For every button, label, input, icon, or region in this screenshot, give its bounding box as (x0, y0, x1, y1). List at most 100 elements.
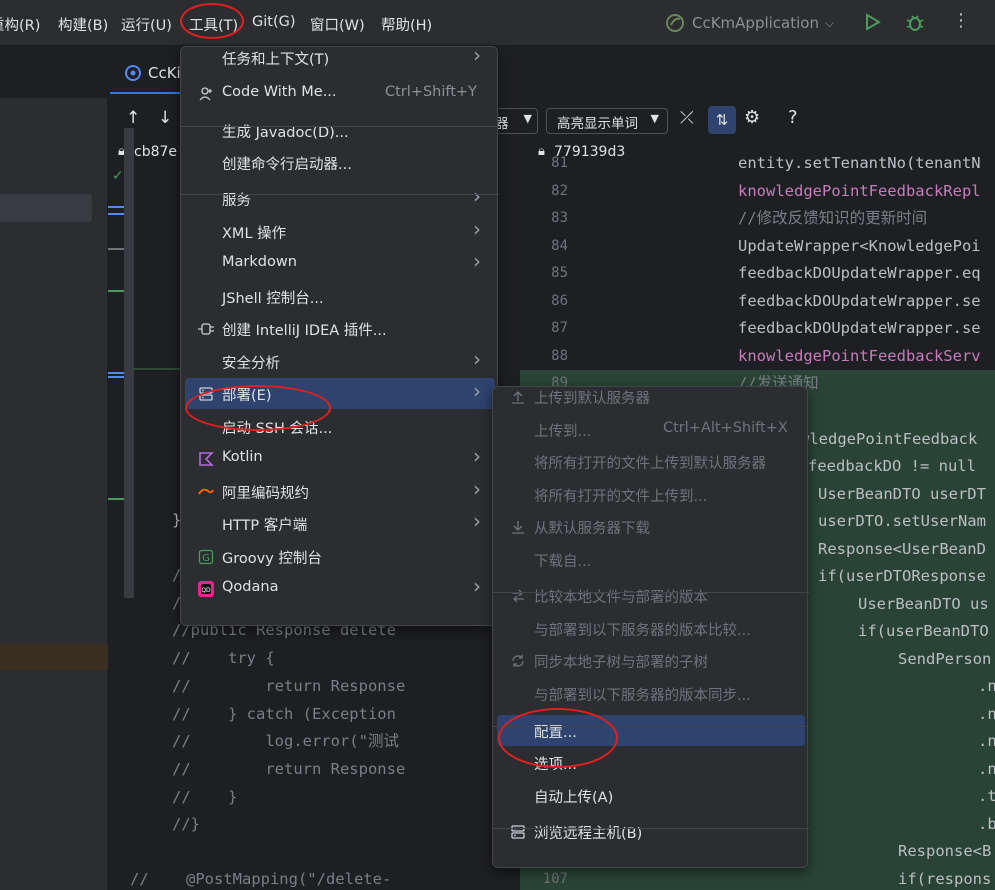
tools_menu-item-0[interactable]: 任务和上下文(T) › (185, 42, 495, 73)
deploy_menu-item-5: 下载自... (497, 544, 805, 575)
run-icon[interactable] (862, 12, 882, 32)
chevron-right-icon: › (473, 509, 481, 533)
tools_menu-item-14[interactable]: HTTP 客户端 › (185, 508, 495, 539)
svg-text:QD: QD (201, 587, 211, 594)
menu-0[interactable]: 重构(R) (0, 14, 40, 35)
arrow-up-icon[interactable]: ↑ (126, 108, 140, 128)
code-line: feedbackDOUpdateWrapper.se (738, 319, 981, 337)
tools_menu-item-2[interactable]: 生成 Javadoc(D)... (185, 115, 495, 146)
tools_menu-item-label: 阿里编码规约 (222, 486, 309, 502)
line-number: 87 (551, 320, 568, 336)
code-line: .n (978, 705, 995, 723)
tools_menu-item-7[interactable]: JShell 控制台... (185, 281, 495, 312)
chevron-right-icon: › (473, 379, 481, 403)
tools_menu-item-16[interactable]: QD Qodana › (185, 573, 495, 604)
deploy_menu-item-8: 同步本地子树与部署的子树 (497, 645, 805, 676)
scrollbar[interactable] (124, 128, 134, 598)
dropdown-arrow-icon: ▼ (523, 112, 532, 125)
highlight-mode-value: 高亮显示单词 (557, 116, 638, 132)
code-line: SendPerson (898, 650, 992, 668)
annotation-circle-tools (180, 3, 244, 39)
tools_menu-item-6[interactable]: Markdown › (185, 248, 495, 279)
deploy_menu-item-12[interactable]: 自动上传(A) (497, 780, 805, 811)
deploy_menu-item-label: 与部署到以下服务器的版本同步... (534, 688, 751, 704)
deploy_menu-item-label: 下载自... (534, 554, 592, 570)
line-number: 88 (551, 348, 568, 364)
tools_menu-item-1[interactable]: Code With Me... Ctrl+Shift+Y (185, 78, 495, 109)
deploy_menu-item-0: 上传到默认服务器 (497, 381, 805, 412)
run-configuration-selector[interactable]: CcKmApplication ⌵ (664, 10, 834, 36)
tools_menu-item-label: Qodana (222, 579, 279, 595)
tools_menu-item-5[interactable]: XML 操作 › (185, 216, 495, 247)
tools_menu-item-9[interactable]: 安全分析 › (185, 346, 495, 377)
tools_menu-item-12[interactable]: Kotlin › (185, 443, 495, 474)
code-line: feedbackDOUpdateWrapper.eq (738, 264, 981, 282)
deploy_menu-item-label: 将所有打开的文件上传到默认服务器 (534, 456, 766, 472)
tools_menu-item-label: 创建命令行启动器... (222, 157, 352, 173)
selected-tree-row[interactable] (0, 194, 92, 222)
shortcut-label: Ctrl+Shift+Y (385, 84, 477, 100)
menu-6[interactable]: 帮助(H) (381, 14, 432, 35)
help-icon[interactable]: ? (788, 107, 798, 128)
deploy_menu-item-label: 浏览远程主机(B) (534, 826, 643, 842)
deploy_menu-item-label: 将所有打开的文件上传到... (534, 489, 708, 505)
more-options-icon[interactable]: ⋮ (952, 10, 970, 31)
checkmark-icon: ✓ (112, 168, 124, 184)
code-line: entity.setTenantNo(tenantN (738, 154, 981, 172)
line-number: 82 (551, 183, 568, 199)
code-line: // } (172, 788, 238, 806)
code-line: // return Response (172, 760, 406, 778)
highlight-mode-dropdown[interactable]: 高亮显示单词 ▼ (546, 108, 668, 134)
line-number: 85 (551, 265, 568, 281)
tools_menu-item-13[interactable]: 阿里编码规约 › (185, 476, 495, 507)
code-line: .n (978, 677, 995, 695)
tools_menu-item-3[interactable]: 创建命令行启动器... (185, 147, 495, 178)
deploy_menu-item-1: 上传到... Ctrl+Alt+Shift+X (497, 414, 805, 445)
code-line: if(userDTOResponse (818, 567, 986, 585)
deploy_menu-item-label: 比较本地文件与部署的版本 (534, 590, 708, 606)
tools_menu-item-label: Markdown (222, 254, 297, 270)
deploy_menu-item-label: 上传到... (534, 424, 592, 440)
download-icon (509, 518, 527, 536)
debug-icon[interactable] (904, 11, 926, 33)
deployment-submenu: 上传到默认服务器 上传到... Ctrl+Alt+Shift+X 将所有打开的文件上传… (492, 386, 809, 868)
code-line: if(respons (898, 870, 992, 888)
code-line: // try { (172, 649, 275, 667)
upload-icon (509, 388, 527, 406)
menu-4[interactable]: Git(G) (252, 14, 296, 30)
gear-icon[interactable]: ⚙ (744, 107, 760, 128)
shortcut-label: Ctrl+Alt+Shift+X (663, 420, 788, 436)
code-line: Response<B (898, 842, 992, 860)
sync-scroll-toggle[interactable]: ⇅ (708, 106, 736, 134)
deploy_menu-item-label: 同步本地子树与部署的子树 (534, 655, 708, 671)
code-line: .n (978, 760, 995, 778)
menu-separator (493, 828, 809, 829)
menu-2[interactable]: 运行(U) (121, 14, 172, 35)
tools_menu-item-4[interactable]: 服务 › (185, 183, 495, 214)
code-line: //} (172, 815, 200, 833)
person-icon (197, 85, 215, 103)
collapse-icon[interactable]: ⤫ (680, 108, 694, 128)
tools_menu-item-8[interactable]: 创建 IntelliJ IDEA 插件... (185, 313, 495, 344)
tools-menu: 任务和上下文(T) › Code With Me... Ctrl+Shift+Y 生成 … (180, 43, 499, 626)
deploy_menu-item-13[interactable]: 浏览远程主机(B) (497, 816, 805, 847)
deploy_menu-item-2: 将所有打开的文件上传到默认服务器 (497, 446, 805, 477)
deploy_menu-item-label: 与部署到以下服务器的版本比较... (534, 623, 751, 639)
deploy_menu-item-label: 上传到默认服务器 (534, 391, 650, 407)
code-line: // return Response (172, 677, 406, 695)
tools_menu-item-label: 任务和上下文(T) (222, 52, 330, 68)
dropdown-arrow-icon: ▼ (650, 112, 659, 125)
line-number: 86 (551, 293, 568, 309)
chevron-right-icon: › (473, 477, 481, 501)
tools_menu-item-15[interactable]: G Groovy 控制台 (185, 541, 495, 572)
menu-1[interactable]: 构建(B) (58, 14, 108, 35)
arrow-down-icon[interactable]: ↓ (158, 108, 172, 128)
code-line: knowledgePointFeedbackRepl (738, 182, 981, 200)
code-line: .b (978, 815, 995, 833)
tools_menu-item-label: 创建 IntelliJ IDEA 插件... (222, 323, 387, 339)
menu-5[interactable]: 窗口(W) (310, 14, 365, 35)
code-line: .n (978, 732, 995, 750)
chevron-right-icon: › (473, 184, 481, 208)
code-line: UserBeanDTO us (858, 595, 989, 613)
code-line: if(userBeanDTO (858, 622, 989, 640)
